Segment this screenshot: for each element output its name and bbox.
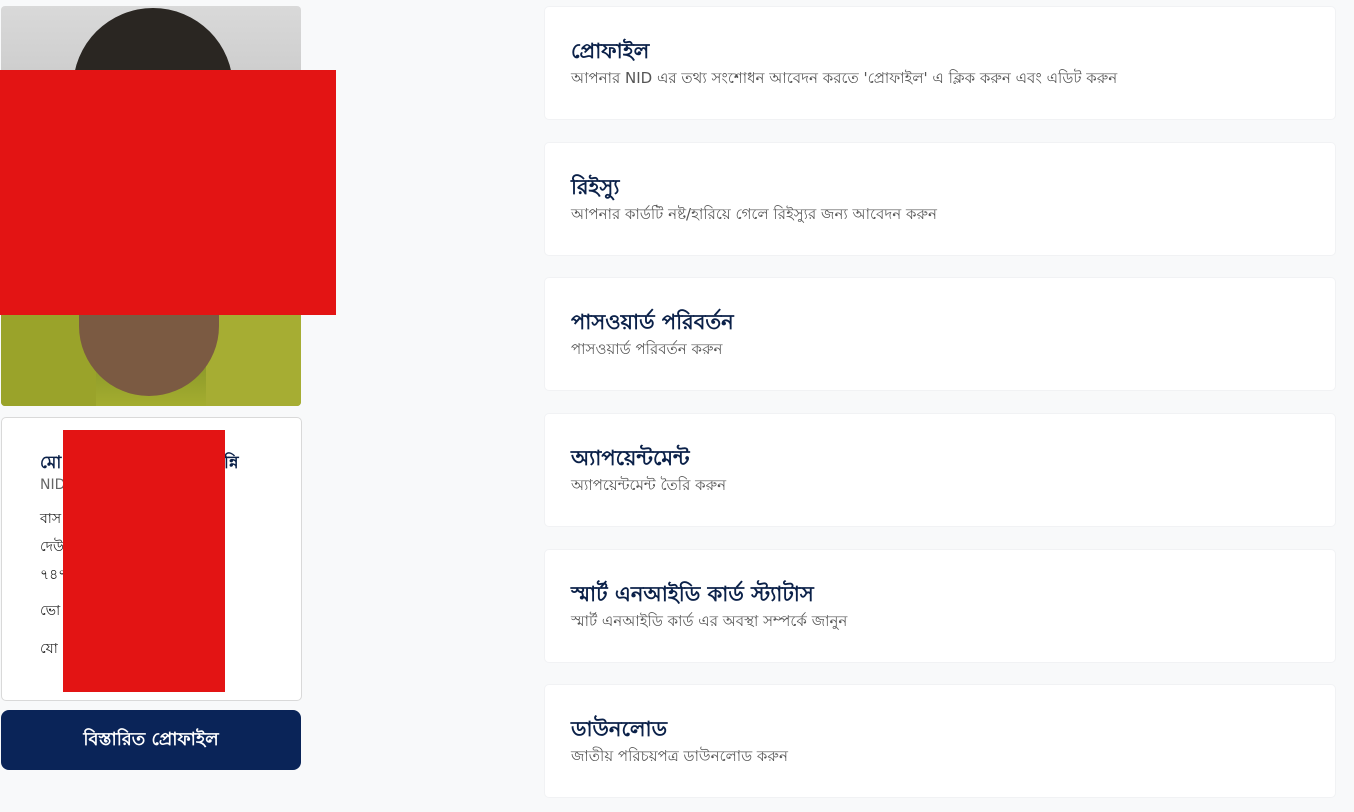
menu-card-title: ডাউনলোড <box>571 717 668 741</box>
menu-card-profile[interactable]: প্রোফাইল আপনার NID এর তথ্য সংশোধন আবেদন … <box>545 7 1335 119</box>
menu-card-title: রিইস্যু <box>571 175 620 199</box>
profile-address-line-2: দেউ <box>40 539 64 555</box>
profile-contact: যো <box>40 641 58 657</box>
menu-card-title: অ্যাপয়েন্টমেন্ট <box>571 446 690 470</box>
menu-card-download[interactable]: ডাউনলোড জাতীয় পরিচয়পত্র ডাউনলোড করুন <box>545 685 1335 797</box>
profile-voter-area: ভো <box>40 603 61 619</box>
menu-card-description: স্মার্ট এনআইডি কার্ড এর অবস্থা সম্পর্কে … <box>571 612 848 630</box>
menu-card-title: প্রোফাইল <box>571 39 650 63</box>
profile-name: মো <box>40 453 62 473</box>
redaction-photo <box>0 70 336 315</box>
page: মো ন্নি NID বাস দেউ ৭৪৭ ভো যো বিস্তারিত … <box>0 0 1354 812</box>
profile-name-tail: ন্নি <box>224 453 239 473</box>
menu-card-title: স্মার্ট এনআইডি কার্ড স্ট্যাটাস <box>571 582 814 606</box>
profile-nid: NID <box>40 477 66 493</box>
menu-card-password-change[interactable]: পাসওয়ার্ড পরিবর্তন পাসওয়ার্ড পরিবর্তন … <box>545 278 1335 390</box>
menu-card-description: জাতীয় পরিচয়পত্র ডাউনলোড করুন <box>571 747 788 765</box>
menu-card-appointment[interactable]: অ্যাপয়েন্টমেন্ট অ্যাপয়েন্টমেন্ট তৈরি ক… <box>545 414 1335 526</box>
menu-card-description: পাসওয়ার্ড পরিবর্তন করুন <box>571 340 723 358</box>
detailed-profile-button[interactable]: বিস্তারিত প্রোফাইল <box>1 710 301 770</box>
menu-card-reissue[interactable]: রিইস্যু আপনার কার্ডটি নষ্ট/হারিয়ে গেলে … <box>545 143 1335 255</box>
redaction-info <box>63 430 225 692</box>
menu-card-description: অ্যাপয়েন্টমেন্ট তৈরি করুন <box>571 476 727 494</box>
menu-card-title: পাসওয়ার্ড পরিবর্তন <box>571 310 734 334</box>
menu-card-description: আপনার NID এর তথ্য সংশোধন আবেদন করতে 'প্র… <box>571 69 1118 87</box>
menu-card-smart-nid-status[interactable]: স্মার্ট এনআইডি কার্ড স্ট্যাটাস স্মার্ট এ… <box>545 550 1335 662</box>
profile-address-line-1: বাস <box>40 511 62 527</box>
menu-card-description: আপনার কার্ডটি নষ্ট/হারিয়ে গেলে রিইস্যুর… <box>571 205 937 223</box>
